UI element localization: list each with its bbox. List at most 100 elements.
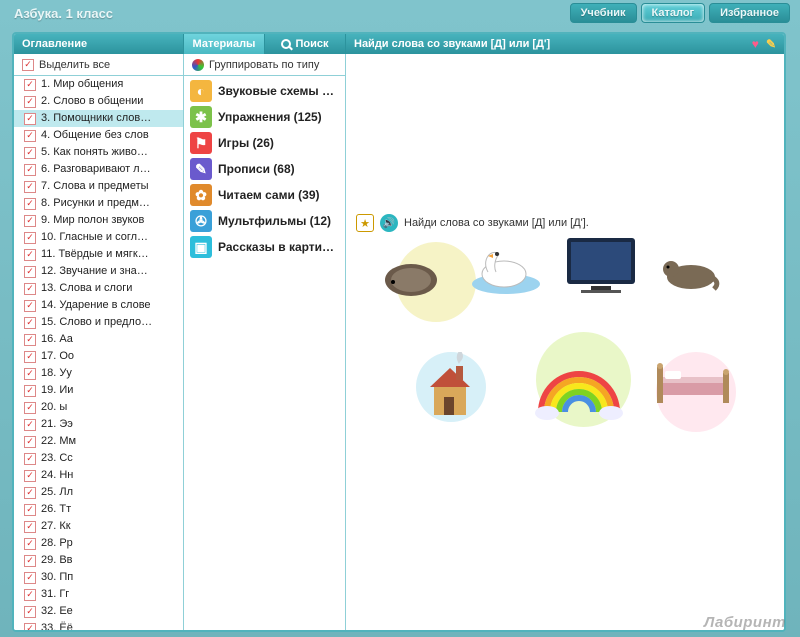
toc-item-checkbox[interactable]: ✓ — [24, 113, 36, 125]
toc-item[interactable]: ✓6. Разговаривают л… — [14, 161, 183, 178]
materials-item[interactable]: ✱Упражнения (125) — [184, 104, 345, 130]
toc-item[interactable]: ✓5. Как понять живо… — [14, 144, 183, 161]
toc-item[interactable]: ✓16. Аа — [14, 331, 183, 348]
toc-item-checkbox[interactable]: ✓ — [24, 623, 36, 631]
toc-item-checkbox[interactable]: ✓ — [24, 300, 36, 312]
toc-item[interactable]: ✓30. Пп — [14, 569, 183, 586]
select-all-checkbox[interactable]: ✓ — [22, 59, 34, 71]
toc-item-checkbox[interactable]: ✓ — [24, 402, 36, 414]
nav-catalog-button[interactable]: Каталог — [641, 3, 706, 23]
toc-item[interactable]: ✓3. Помощники слов… — [14, 110, 183, 127]
toc-item-checkbox[interactable]: ✓ — [24, 555, 36, 567]
toc-item[interactable]: ✓20. ы — [14, 399, 183, 416]
toc-item[interactable]: ✓8. Рисунки и предм… — [14, 195, 183, 212]
toc-item-checkbox[interactable]: ✓ — [24, 198, 36, 210]
toc-item-checkbox[interactable]: ✓ — [24, 317, 36, 329]
toc-item[interactable]: ✓19. Ии — [14, 382, 183, 399]
toc-item-checkbox[interactable]: ✓ — [24, 334, 36, 346]
toc-item[interactable]: ✓17. Оо — [14, 348, 183, 365]
picture-swan[interactable] — [466, 242, 541, 297]
toc-item-checkbox[interactable]: ✓ — [24, 283, 36, 295]
toc-item[interactable]: ✓14. Ударение в слове — [14, 297, 183, 314]
toc-item-checkbox[interactable]: ✓ — [24, 521, 36, 533]
materials-item[interactable]: ✿Читаем сами (39) — [184, 182, 345, 208]
toc-item[interactable]: ✓13. Слова и слоги — [14, 280, 183, 297]
picture-house[interactable] — [416, 352, 481, 422]
toc-item-checkbox[interactable]: ✓ — [24, 351, 36, 363]
toc-item-checkbox[interactable]: ✓ — [24, 504, 36, 516]
toc-item-checkbox[interactable]: ✓ — [24, 470, 36, 482]
toc-item-checkbox[interactable]: ✓ — [24, 130, 36, 142]
picture-hedgehog[interactable] — [381, 252, 441, 297]
toc-item[interactable]: ✓26. Тт — [14, 501, 183, 518]
toc-item[interactable]: ✓10. Гласные и согл… — [14, 229, 183, 246]
task-star-icon[interactable]: ★ — [356, 214, 374, 232]
toc-item[interactable]: ✓1. Мир общения — [14, 76, 183, 93]
toc-item[interactable]: ✓31. Гг — [14, 586, 183, 603]
toc-item-checkbox[interactable]: ✓ — [24, 181, 36, 193]
toc-item-checkbox[interactable]: ✓ — [24, 266, 36, 278]
toc-item[interactable]: ✓24. Нн — [14, 467, 183, 484]
toc-item-checkbox[interactable]: ✓ — [24, 249, 36, 261]
toc-item-checkbox[interactable]: ✓ — [24, 96, 36, 108]
task-instruction-text: Найди слова со звуками [Д] или [Д']. — [404, 217, 589, 229]
toc-item[interactable]: ✓21. Ээ — [14, 416, 183, 433]
toc-item-checkbox[interactable]: ✓ — [24, 436, 36, 448]
toc-item[interactable]: ✓4. Общение без слов — [14, 127, 183, 144]
toc-item-checkbox[interactable]: ✓ — [24, 147, 36, 159]
tab-search[interactable]: Поиск — [265, 34, 345, 54]
nav-textbook-button[interactable]: Учебник — [570, 3, 637, 23]
edit-icon[interactable]: ✎ — [766, 37, 776, 51]
toc-item-label: 15. Слово и предло… — [41, 315, 152, 330]
toc-item-checkbox[interactable]: ✓ — [24, 453, 36, 465]
materials-item[interactable]: ⚑Игры (26) — [184, 130, 345, 156]
toc-panel: ✓ Выделить все ✓1. Мир общения✓2. Слово … — [14, 54, 184, 630]
toc-list[interactable]: ✓1. Мир общения✓2. Слово в общении✓3. По… — [14, 76, 183, 630]
toc-item[interactable]: ✓27. Кк — [14, 518, 183, 535]
toc-item[interactable]: ✓ 18. Уу — [14, 365, 183, 382]
toc-item[interactable]: ✓29. Вв — [14, 552, 183, 569]
toc-item-checkbox[interactable]: ✓ — [24, 538, 36, 550]
materials-item[interactable]: ✎Прописи (68) — [184, 156, 345, 182]
select-all-row[interactable]: ✓ Выделить все — [14, 54, 183, 76]
toc-item-checkbox[interactable]: ✓ — [24, 232, 36, 244]
toc-item[interactable]: ✓23. Сс — [14, 450, 183, 467]
toc-item-checkbox[interactable]: ✓ — [24, 164, 36, 176]
toc-item-checkbox[interactable]: ✓ — [24, 368, 36, 380]
toc-item[interactable]: ✓12. Звучание и зна… — [14, 263, 183, 280]
task-audio-icon[interactable]: 🔊 — [380, 214, 398, 232]
toc-item[interactable]: ✓33. Ёё — [14, 620, 183, 630]
toc-item-checkbox[interactable]: ✓ — [24, 572, 36, 584]
materials-item[interactable]: ◐Звуковые схемы … — [184, 78, 345, 104]
toc-item-checkbox[interactable]: ✓ — [24, 487, 36, 499]
nav-favorites-button[interactable]: Избранное — [709, 3, 790, 23]
toc-item-checkbox[interactable]: ✓ — [24, 589, 36, 601]
picture-otter[interactable] — [656, 247, 721, 297]
toc-item[interactable]: ✓22. Мм — [14, 433, 183, 450]
group-by-row[interactable]: Группировать по типу — [184, 54, 345, 76]
toc-item-checkbox[interactable]: ✓ — [24, 385, 36, 397]
materials-item[interactable]: ▣Рассказы в карти… — [184, 234, 345, 260]
toc-item[interactable]: ✓ 15. Слово и предло… — [14, 314, 183, 331]
toc-item[interactable]: ✓32. Ее — [14, 603, 183, 620]
toc-item[interactable]: ✓7. Слова и предметы — [14, 178, 183, 195]
toc-item-checkbox[interactable]: ✓ — [24, 419, 36, 431]
favorite-icon[interactable]: ♥ — [752, 37, 759, 51]
picture-bed[interactable] — [651, 357, 736, 412]
toc-item-checkbox[interactable]: ✓ — [24, 606, 36, 618]
toc-item[interactable]: ✓28. Рр — [14, 535, 183, 552]
tab-materials[interactable]: Материалы — [184, 34, 265, 54]
toc-item[interactable]: ✓25. Лл — [14, 484, 183, 501]
toc-item[interactable]: ✓11. Твёрдые и мягк… — [14, 246, 183, 263]
picture-tv[interactable] — [561, 234, 641, 299]
toc-item-label: 18. Уу — [41, 366, 72, 381]
toc-item[interactable]: ✓9. Мир полон звуков — [14, 212, 183, 229]
header-row: Оглавление Материалы Поиск Найди слова с… — [14, 34, 784, 54]
materials-item[interactable]: ✇Мультфильмы (12) — [184, 208, 345, 234]
toc-item[interactable]: ✓2. Слово в общении — [14, 93, 183, 110]
task-pictures — [356, 242, 774, 462]
toc-item-checkbox[interactable]: ✓ — [24, 79, 36, 91]
tabs-header: Материалы Поиск — [184, 34, 346, 54]
toc-item-checkbox[interactable]: ✓ — [24, 215, 36, 227]
picture-rainbow[interactable] — [531, 357, 626, 422]
